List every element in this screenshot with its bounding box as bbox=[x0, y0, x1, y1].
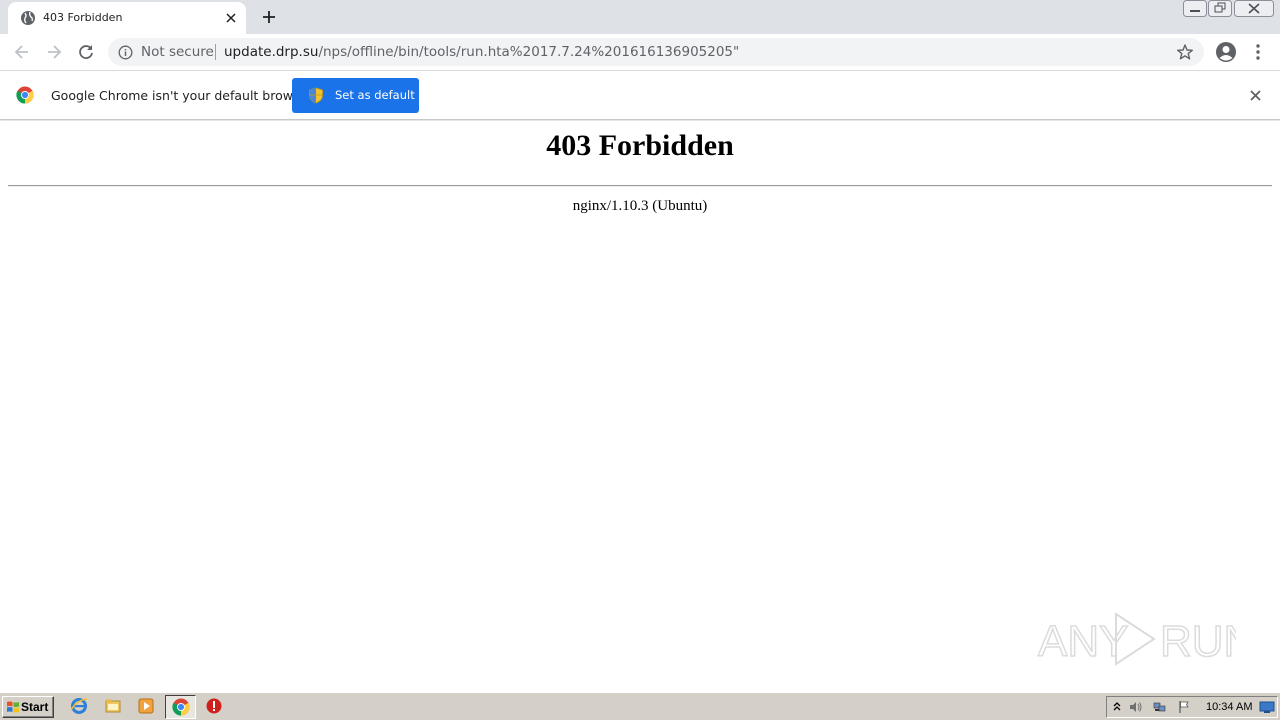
system-tray: 10:34 AM bbox=[1106, 696, 1278, 718]
reload-icon[interactable] bbox=[76, 42, 96, 62]
show-hidden-icons-icon[interactable] bbox=[1110, 700, 1124, 714]
tab-title: 403 Forbidden bbox=[43, 11, 123, 24]
restore-icon bbox=[1208, 0, 1232, 17]
restore-button[interactable] bbox=[1208, 0, 1232, 18]
start-label: Start bbox=[21, 700, 49, 714]
bookmark-star-icon[interactable] bbox=[1176, 43, 1194, 61]
url-path: /nps/offline/bin/tools/run.hta%2017.7.24… bbox=[318, 44, 740, 60]
more-menu-icon[interactable] bbox=[1250, 42, 1266, 62]
media-player-icon[interactable] bbox=[137, 697, 155, 715]
set-as-default-button[interactable]: Set as default bbox=[292, 78, 419, 113]
security-label[interactable]: Not secure bbox=[141, 44, 214, 60]
watermark-text-right: RUN bbox=[1160, 617, 1236, 666]
infobar-message: Google Chrome isn't your default browser bbox=[51, 88, 313, 103]
action-center-flag-icon[interactable] bbox=[1177, 700, 1191, 714]
forward-arrow-icon[interactable] bbox=[44, 42, 64, 62]
globe-icon bbox=[21, 11, 35, 25]
stop-alert-icon[interactable] bbox=[205, 697, 223, 715]
profile-avatar-icon[interactable] bbox=[1215, 41, 1237, 63]
chrome-logo-icon bbox=[16, 86, 34, 104]
url-text[interactable]: update.drp.su/nps/offline/bin/tools/run.… bbox=[224, 44, 739, 60]
anyrun-watermark: ANY RUN bbox=[1037, 612, 1236, 667]
set-as-default-label: Set as default bbox=[335, 88, 415, 102]
close-window-icon bbox=[1234, 0, 1274, 17]
browser-toolbar: Not secure update.drp.su/nps/offline/bin… bbox=[0, 34, 1280, 71]
server-signature: nginx/1.10.3 (Ubuntu) bbox=[572, 198, 708, 214]
file-explorer-icon[interactable] bbox=[104, 697, 122, 715]
minimize-icon bbox=[1183, 0, 1207, 17]
close-tab-icon[interactable] bbox=[223, 10, 239, 26]
volume-icon[interactable] bbox=[1129, 700, 1143, 714]
url-host: update.drp.su bbox=[224, 44, 319, 60]
page-heading: 403 Forbidden bbox=[546, 129, 734, 162]
new-tab-icon[interactable] bbox=[260, 8, 278, 26]
minimize-button[interactable] bbox=[1183, 0, 1207, 18]
default-browser-infobar: Google Chrome isn't your default browser… bbox=[0, 71, 1280, 120]
windows-flag-icon bbox=[7, 701, 19, 713]
watermark-text-left: ANY bbox=[1038, 617, 1128, 666]
chrome-icon bbox=[172, 698, 190, 716]
back-arrow-icon[interactable] bbox=[12, 42, 32, 62]
chrome-taskbar-button[interactable] bbox=[165, 695, 196, 719]
uac-shield-icon bbox=[309, 87, 323, 104]
internet-explorer-icon[interactable] bbox=[70, 697, 88, 715]
omnibox-separator bbox=[215, 44, 216, 60]
network-icon[interactable] bbox=[1153, 700, 1167, 714]
close-icon[interactable] bbox=[1249, 89, 1262, 102]
close-window-button[interactable] bbox=[1234, 0, 1274, 18]
info-icon[interactable] bbox=[118, 45, 133, 60]
taskbar: Start 10:34 AM bbox=[0, 692, 1280, 720]
start-button[interactable]: Start bbox=[2, 696, 54, 718]
clock[interactable]: 10:34 AM bbox=[1206, 701, 1252, 713]
show-desktop-icon[interactable] bbox=[1259, 700, 1275, 714]
address-bar[interactable]: Not secure update.drp.su/nps/offline/bin… bbox=[108, 38, 1204, 66]
browser-tab[interactable]: 403 Forbidden bbox=[8, 2, 246, 34]
tab-strip: 403 Forbidden bbox=[0, 0, 1280, 34]
horizontal-rule bbox=[8, 185, 1272, 187]
